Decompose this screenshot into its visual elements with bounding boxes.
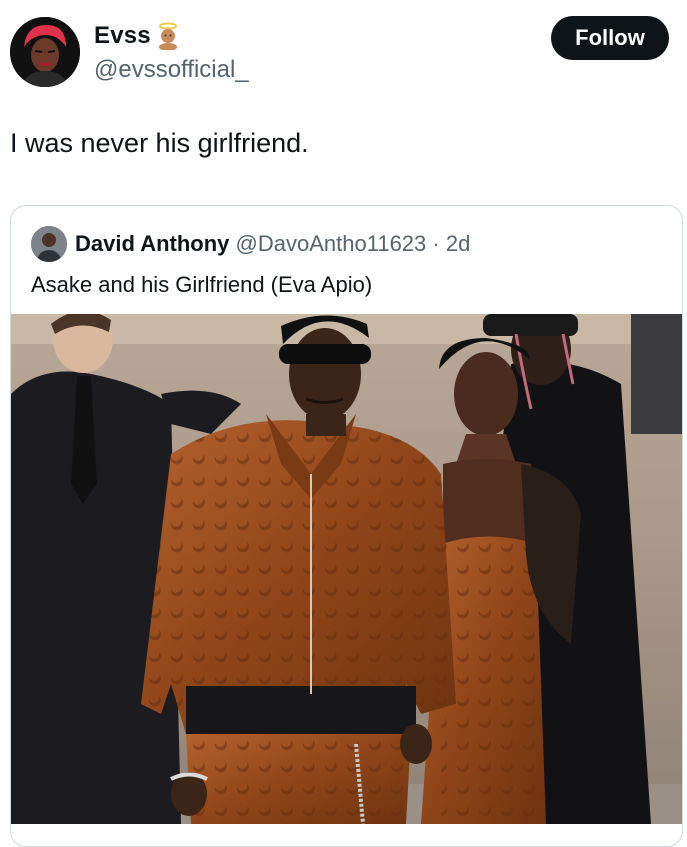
angel-baby-icon [155, 22, 181, 51]
quoted-tweet-card[interactable]: David Anthony @DavoAntho11623 · 2d Asake… [10, 205, 683, 847]
follow-button[interactable]: Follow [551, 16, 669, 60]
author-avatar[interactable] [10, 17, 80, 87]
quoted-author-avatar[interactable] [31, 226, 67, 262]
tweet-text: I was never his girlfriend. [10, 128, 309, 158]
street-photo-illustration [11, 314, 682, 824]
quoted-tweet-text: Asake and his Girlfriend (Eva Apio) [31, 272, 373, 297]
quoted-avatar-illustration [31, 226, 67, 262]
separator-dot: · [432, 231, 440, 256]
quoted-photo[interactable] [11, 314, 682, 824]
author-name-row: Evss [94, 22, 181, 51]
author-handle[interactable]: @evssofficial_ [94, 56, 249, 84]
quoted-author-handle[interactable]: @DavoAntho11623 [236, 231, 427, 256]
quoted-timestamp[interactable]: 2d [446, 231, 470, 256]
quoted-author-name[interactable]: David Anthony [75, 231, 229, 256]
author-name[interactable]: Evss [94, 22, 151, 50]
avatar-illustration [10, 17, 80, 87]
quoted-header: David Anthony @DavoAntho11623 · 2d [75, 231, 470, 257]
